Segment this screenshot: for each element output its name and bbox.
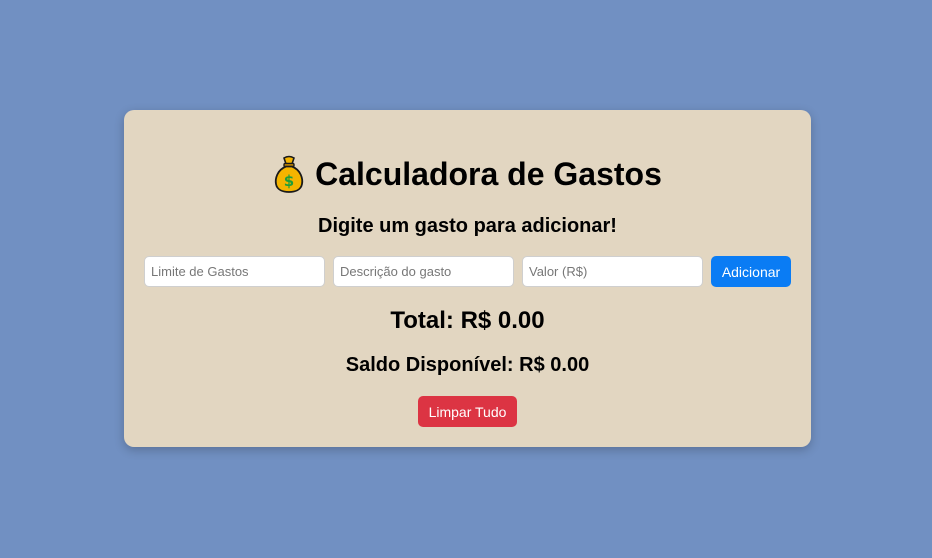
- limit-input[interactable]: [144, 256, 325, 287]
- page-title: $ Calculadora de Gastos: [124, 154, 811, 196]
- money-bag-icon: $: [274, 155, 304, 193]
- description-input[interactable]: [333, 256, 514, 287]
- expense-calculator-card: $ Calculadora de Gastos Digite um gasto …: [124, 110, 811, 447]
- title-text: Calculadora de Gastos: [315, 156, 662, 192]
- add-button[interactable]: Adicionar: [711, 256, 791, 287]
- svg-text:$: $: [284, 172, 294, 190]
- value-input[interactable]: [522, 256, 703, 287]
- clear-all-button[interactable]: Limpar Tudo: [418, 396, 517, 427]
- total-text: Total: R$ 0.00: [390, 307, 545, 334]
- balance-text: Saldo Disponível: R$ 0.00: [345, 354, 590, 376]
- subtitle: Digite um gasto para adicionar!: [318, 215, 617, 237]
